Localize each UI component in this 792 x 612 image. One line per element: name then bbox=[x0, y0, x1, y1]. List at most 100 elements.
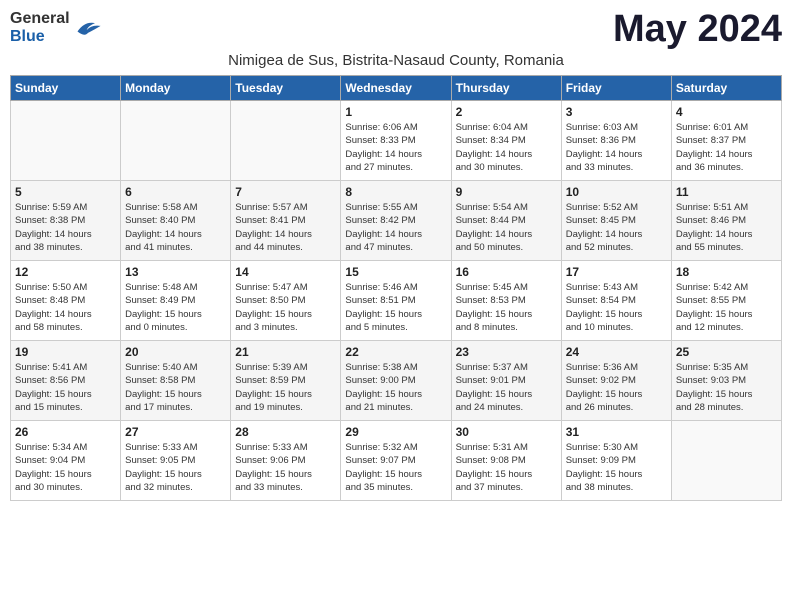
logo: General Blue bbox=[10, 10, 102, 46]
weekday-header-row: SundayMondayTuesdayWednesdayThursdayFrid… bbox=[11, 76, 782, 101]
day-info: Sunrise: 5:58 AM Sunset: 8:40 PM Dayligh… bbox=[125, 201, 226, 254]
day-info: Sunrise: 6:06 AM Sunset: 8:33 PM Dayligh… bbox=[345, 121, 446, 174]
day-number: 26 bbox=[15, 425, 116, 439]
calendar-day-cell: 6 Sunrise: 5:58 AM Sunset: 8:40 PM Daylig… bbox=[121, 181, 231, 261]
calendar-day-cell: 23 Sunrise: 5:37 AM Sunset: 9:01 PM Dayli… bbox=[451, 341, 561, 421]
day-info: Sunrise: 5:59 AM Sunset: 8:38 PM Dayligh… bbox=[15, 201, 116, 254]
day-info: Sunrise: 5:35 AM Sunset: 9:03 PM Dayligh… bbox=[676, 361, 777, 414]
day-number: 10 bbox=[566, 185, 667, 199]
weekday-header-saturday: Saturday bbox=[671, 76, 781, 101]
day-number: 8 bbox=[345, 185, 446, 199]
logo-bird-icon bbox=[74, 17, 102, 39]
day-info: Sunrise: 5:43 AM Sunset: 8:54 PM Dayligh… bbox=[566, 281, 667, 334]
calendar-day-cell: 10 Sunrise: 5:52 AM Sunset: 8:45 PM Dayli… bbox=[561, 181, 671, 261]
day-info: Sunrise: 5:32 AM Sunset: 9:07 PM Dayligh… bbox=[345, 441, 446, 494]
calendar-day-cell: 8 Sunrise: 5:55 AM Sunset: 8:42 PM Daylig… bbox=[341, 181, 451, 261]
day-info: Sunrise: 5:42 AM Sunset: 8:55 PM Dayligh… bbox=[676, 281, 777, 334]
day-number: 17 bbox=[566, 265, 667, 279]
day-info: Sunrise: 6:03 AM Sunset: 8:36 PM Dayligh… bbox=[566, 121, 667, 174]
calendar-day-cell: 27 Sunrise: 5:33 AM Sunset: 9:05 PM Dayli… bbox=[121, 421, 231, 501]
day-info: Sunrise: 5:52 AM Sunset: 8:45 PM Dayligh… bbox=[566, 201, 667, 254]
calendar-day-cell: 26 Sunrise: 5:34 AM Sunset: 9:04 PM Dayli… bbox=[11, 421, 121, 501]
calendar-day-cell: 3 Sunrise: 6:03 AM Sunset: 8:36 PM Daylig… bbox=[561, 101, 671, 181]
calendar-day-cell: 25 Sunrise: 5:35 AM Sunset: 9:03 PM Dayli… bbox=[671, 341, 781, 421]
day-number: 6 bbox=[125, 185, 226, 199]
calendar-subtitle: Nimigea de Sus, Bistrita-Nasaud County, … bbox=[10, 52, 782, 69]
day-info: Sunrise: 5:36 AM Sunset: 9:02 PM Dayligh… bbox=[566, 361, 667, 414]
day-info: Sunrise: 5:41 AM Sunset: 8:56 PM Dayligh… bbox=[15, 361, 116, 414]
day-number: 15 bbox=[345, 265, 446, 279]
day-info: Sunrise: 5:46 AM Sunset: 8:51 PM Dayligh… bbox=[345, 281, 446, 334]
calendar-week-row: 12 Sunrise: 5:50 AM Sunset: 8:48 PM Dayli… bbox=[11, 261, 782, 341]
day-info: Sunrise: 5:40 AM Sunset: 8:58 PM Dayligh… bbox=[125, 361, 226, 414]
calendar-day-cell: 16 Sunrise: 5:45 AM Sunset: 8:53 PM Dayli… bbox=[451, 261, 561, 341]
calendar-day-cell: 29 Sunrise: 5:32 AM Sunset: 9:07 PM Dayli… bbox=[341, 421, 451, 501]
calendar-day-cell: 7 Sunrise: 5:57 AM Sunset: 8:41 PM Daylig… bbox=[231, 181, 341, 261]
day-info: Sunrise: 5:33 AM Sunset: 9:05 PM Dayligh… bbox=[125, 441, 226, 494]
calendar-day-cell: 4 Sunrise: 6:01 AM Sunset: 8:37 PM Daylig… bbox=[671, 101, 781, 181]
calendar-day-cell: 21 Sunrise: 5:39 AM Sunset: 8:59 PM Dayli… bbox=[231, 341, 341, 421]
day-number: 14 bbox=[235, 265, 336, 279]
day-info: Sunrise: 5:47 AM Sunset: 8:50 PM Dayligh… bbox=[235, 281, 336, 334]
day-info: Sunrise: 5:55 AM Sunset: 8:42 PM Dayligh… bbox=[345, 201, 446, 254]
weekday-header-monday: Monday bbox=[121, 76, 231, 101]
day-info: Sunrise: 5:45 AM Sunset: 8:53 PM Dayligh… bbox=[456, 281, 557, 334]
day-info: Sunrise: 5:51 AM Sunset: 8:46 PM Dayligh… bbox=[676, 201, 777, 254]
calendar-day-cell: 19 Sunrise: 5:41 AM Sunset: 8:56 PM Dayli… bbox=[11, 341, 121, 421]
day-info: Sunrise: 5:50 AM Sunset: 8:48 PM Dayligh… bbox=[15, 281, 116, 334]
calendar-day-cell: 14 Sunrise: 5:47 AM Sunset: 8:50 PM Dayli… bbox=[231, 261, 341, 341]
logo-general: General bbox=[10, 10, 70, 27]
logo-blue: Blue bbox=[10, 28, 45, 45]
calendar-day-cell: 24Sunrise: 5:36 AM Sunset: 9:02 PM Dayli… bbox=[561, 341, 671, 421]
calendar-day-cell: 22Sunrise: 5:38 AM Sunset: 9:00 PM Dayli… bbox=[341, 341, 451, 421]
calendar-day-cell bbox=[121, 101, 231, 181]
day-number: 29 bbox=[345, 425, 446, 439]
day-number: 5 bbox=[15, 185, 116, 199]
day-number: 2 bbox=[456, 105, 557, 119]
calendar-day-cell: 15 Sunrise: 5:46 AM Sunset: 8:51 PM Dayli… bbox=[341, 261, 451, 341]
calendar-day-cell: 28Sunrise: 5:33 AM Sunset: 9:06 PM Dayli… bbox=[231, 421, 341, 501]
day-number: 25 bbox=[676, 345, 777, 359]
calendar-day-cell: 2 Sunrise: 6:04 AM Sunset: 8:34 PM Daylig… bbox=[451, 101, 561, 181]
day-number: 23 bbox=[456, 345, 557, 359]
weekday-header-sunday: Sunday bbox=[11, 76, 121, 101]
calendar-day-cell: 13Sunrise: 5:48 AM Sunset: 8:49 PM Dayli… bbox=[121, 261, 231, 341]
day-info: Sunrise: 6:04 AM Sunset: 8:34 PM Dayligh… bbox=[456, 121, 557, 174]
day-number: 1 bbox=[345, 105, 446, 119]
calendar-day-cell: 20Sunrise: 5:40 AM Sunset: 8:58 PM Dayli… bbox=[121, 341, 231, 421]
day-info: Sunrise: 5:34 AM Sunset: 9:04 PM Dayligh… bbox=[15, 441, 116, 494]
calendar-day-cell: 12 Sunrise: 5:50 AM Sunset: 8:48 PM Dayli… bbox=[11, 261, 121, 341]
calendar-week-row: 26 Sunrise: 5:34 AM Sunset: 9:04 PM Dayli… bbox=[11, 421, 782, 501]
month-title: May 2024 bbox=[613, 10, 782, 48]
day-number: 16 bbox=[456, 265, 557, 279]
day-info: Sunrise: 5:39 AM Sunset: 8:59 PM Dayligh… bbox=[235, 361, 336, 414]
calendar-week-row: 1 Sunrise: 6:06 AM Sunset: 8:33 PM Daylig… bbox=[11, 101, 782, 181]
calendar-day-cell bbox=[231, 101, 341, 181]
day-info: Sunrise: 5:33 AM Sunset: 9:06 PM Dayligh… bbox=[235, 441, 336, 494]
calendar-day-cell: 5 Sunrise: 5:59 AM Sunset: 8:38 PM Daylig… bbox=[11, 181, 121, 261]
day-info: Sunrise: 5:37 AM Sunset: 9:01 PM Dayligh… bbox=[456, 361, 557, 414]
day-number: 31 bbox=[566, 425, 667, 439]
day-number: 18 bbox=[676, 265, 777, 279]
calendar-week-row: 5 Sunrise: 5:59 AM Sunset: 8:38 PM Daylig… bbox=[11, 181, 782, 261]
day-number: 7 bbox=[235, 185, 336, 199]
day-info: Sunrise: 5:57 AM Sunset: 8:41 PM Dayligh… bbox=[235, 201, 336, 254]
day-info: Sunrise: 5:54 AM Sunset: 8:44 PM Dayligh… bbox=[456, 201, 557, 254]
day-number: 19 bbox=[15, 345, 116, 359]
day-info: Sunrise: 5:38 AM Sunset: 9:00 PM Dayligh… bbox=[345, 361, 446, 414]
day-number: 13 bbox=[125, 265, 226, 279]
day-number: 4 bbox=[676, 105, 777, 119]
calendar-day-cell: 30 Sunrise: 5:31 AM Sunset: 9:08 PM Dayli… bbox=[451, 421, 561, 501]
day-info: Sunrise: 5:31 AM Sunset: 9:08 PM Dayligh… bbox=[456, 441, 557, 494]
day-number: 3 bbox=[566, 105, 667, 119]
calendar-week-row: 19 Sunrise: 5:41 AM Sunset: 8:56 PM Dayli… bbox=[11, 341, 782, 421]
calendar-table: SundayMondayTuesdayWednesdayThursdayFrid… bbox=[10, 75, 782, 501]
day-number: 12 bbox=[15, 265, 116, 279]
day-number: 21 bbox=[235, 345, 336, 359]
day-info: Sunrise: 6:01 AM Sunset: 8:37 PM Dayligh… bbox=[676, 121, 777, 174]
calendar-day-cell: 18 Sunrise: 5:42 AM Sunset: 8:55 PM Dayli… bbox=[671, 261, 781, 341]
day-number: 27 bbox=[125, 425, 226, 439]
weekday-header-wednesday: Wednesday bbox=[341, 76, 451, 101]
calendar-day-cell: 11Sunrise: 5:51 AM Sunset: 8:46 PM Dayli… bbox=[671, 181, 781, 261]
day-number: 30 bbox=[456, 425, 557, 439]
